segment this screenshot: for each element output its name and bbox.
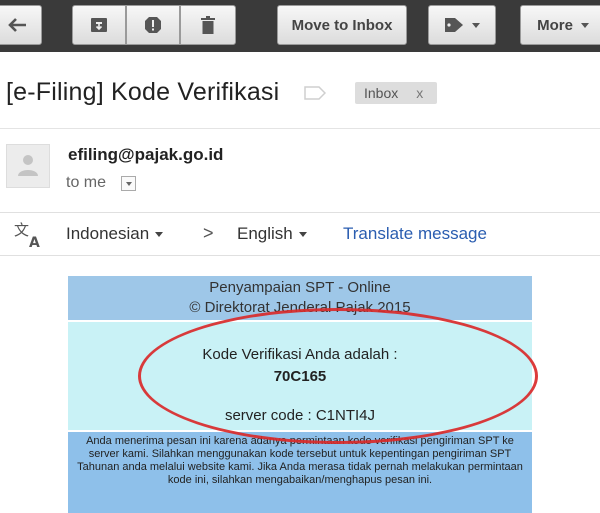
source-language-dropdown[interactable]: Indonesian [66, 224, 164, 244]
toolbar: Move to Inbox More [0, 0, 600, 52]
svg-text:A: A [29, 235, 40, 249]
server-code: server code : C1NTI4J [224, 407, 376, 424]
translate-direction-arrow: > [203, 223, 214, 243]
person-icon [15, 151, 41, 182]
trash-icon [201, 16, 215, 34]
back-arrow-icon [8, 17, 28, 33]
archive-icon [90, 17, 108, 33]
inbox-label-text: Inbox [364, 85, 399, 101]
email-subject: [e-Filing] Kode Verifikasi [6, 78, 280, 106]
body-footer-notice: Anda menerima pesan ini karena adanya pe… [68, 432, 532, 513]
move-to-inbox-label: Move to Inbox [291, 16, 393, 34]
sender-address[interactable]: efiling@pajak.go.id [68, 145, 223, 165]
report-spam-icon [144, 16, 162, 34]
body-header-title: Penyampaian SPT - Online [209, 279, 391, 296]
archive-button[interactable] [72, 5, 126, 45]
translate-message-link[interactable]: Translate message [343, 224, 487, 244]
verification-code-band: Kode Verifikasi Anda adalah : 70C165 ser… [68, 322, 532, 430]
show-details-button[interactable] [121, 176, 136, 191]
inbox-label-chip[interactable]: Inbox x [355, 82, 437, 104]
chevron-down-icon [298, 232, 307, 238]
verification-code-label: Kode Verifikasi Anda adalah : [202, 346, 398, 363]
label-tag-icon [444, 17, 464, 33]
labels-dropdown[interactable] [428, 5, 496, 45]
chevron-down-icon [580, 22, 589, 28]
delete-button[interactable] [180, 5, 236, 45]
more-button[interactable]: More [520, 5, 600, 45]
target-language-label: English [237, 224, 293, 243]
target-language-dropdown[interactable]: English [237, 224, 307, 244]
translate-bar: 文 A Indonesian > English Translate messa… [0, 212, 600, 256]
divider [0, 128, 600, 129]
email-body: Penyampaian SPT - Online © Direktorat Je… [68, 276, 532, 513]
remove-label-button[interactable]: x [416, 85, 423, 101]
body-header-copyright: © Direktorat Jenderal Pajak 2015 [189, 299, 411, 316]
report-spam-button[interactable] [126, 5, 180, 45]
source-language-label: Indonesian [66, 224, 150, 243]
chevron-down-icon [155, 232, 164, 238]
avatar [6, 144, 50, 188]
label-outline-icon[interactable] [304, 86, 327, 105]
move-to-inbox-button[interactable]: Move to Inbox [277, 5, 407, 45]
back-button[interactable] [0, 5, 42, 45]
translate-icon: 文 A [14, 221, 44, 254]
more-label: More [537, 16, 573, 34]
chevron-down-icon [472, 22, 480, 28]
chevron-down-icon [125, 181, 132, 186]
recipient-text: to me [66, 174, 107, 191]
verification-code: 70C165 [273, 368, 327, 385]
svg-text:文: 文 [14, 221, 29, 239]
body-header-band: Penyampaian SPT - Online © Direktorat Je… [68, 276, 532, 320]
